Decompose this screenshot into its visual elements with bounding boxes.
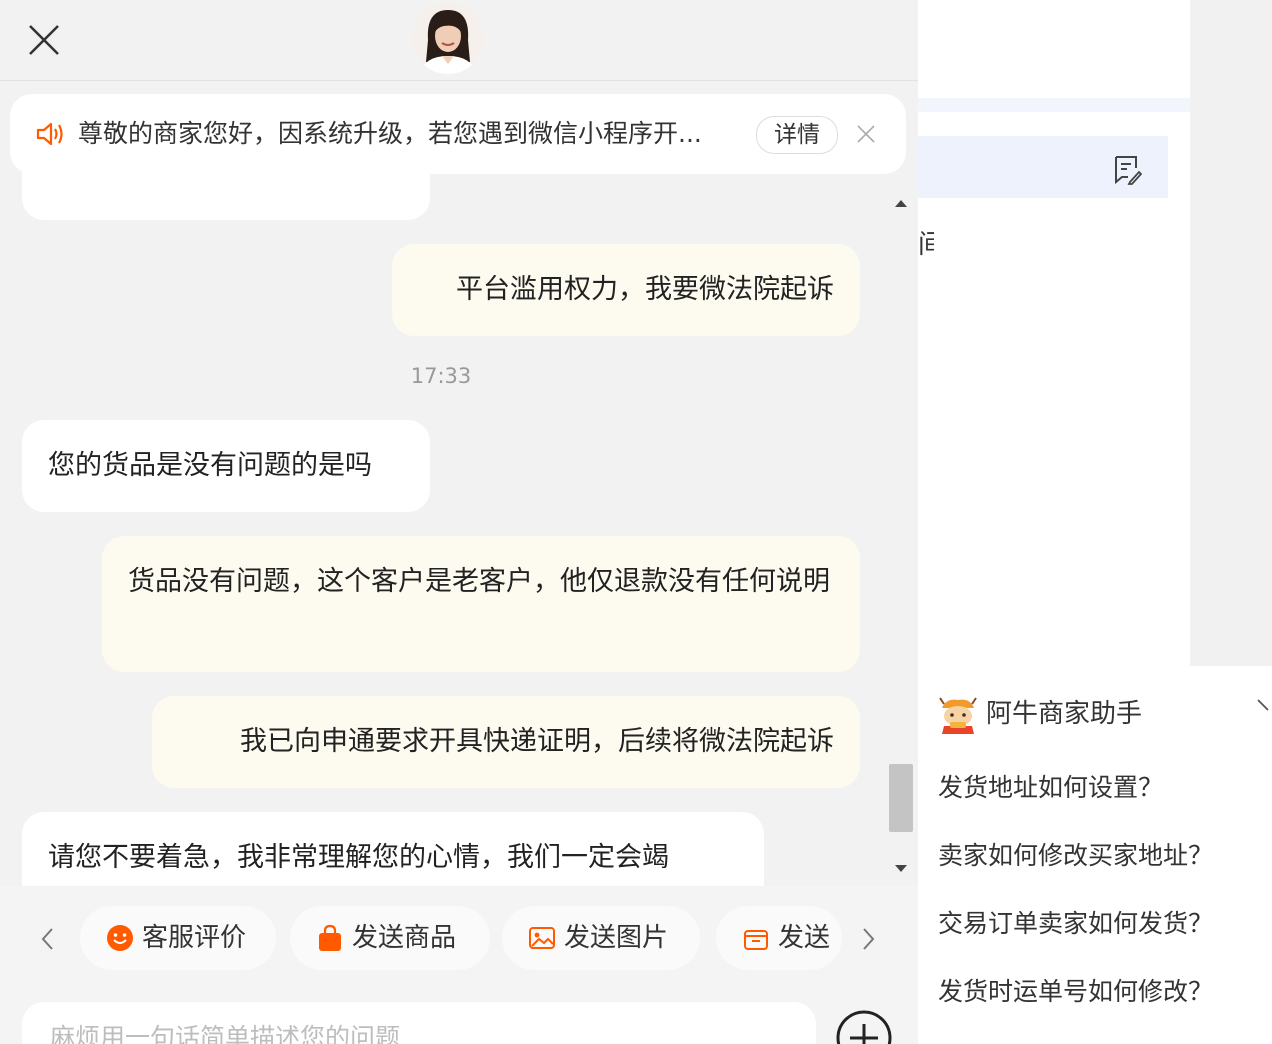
message-timestamp: 17:33 — [410, 364, 472, 388]
message-bubble-user: 货品没有问题，这个客户是老客户，他仅退款没有任何说明 — [102, 536, 860, 672]
notice-text: 尊敬的商家您好，因系统升级，若您遇到微信小程序开... — [78, 119, 702, 148]
edit-note-icon[interactable] — [1112, 154, 1142, 186]
system-notice-bar: 尊敬的商家您好，因系统升级，若您遇到微信小程序开... 详情 — [10, 94, 906, 174]
agent-avatar — [412, 2, 484, 74]
close-icon[interactable] — [26, 22, 62, 58]
image-icon — [529, 927, 555, 949]
assistant-logo-icon — [939, 697, 977, 734]
notice-close-icon[interactable] — [856, 124, 876, 144]
message-text: 您的货品是没有问题的是吗 — [48, 450, 372, 481]
chip-label: 发送商品 — [352, 923, 457, 953]
faq-question-link[interactable]: 发货地址如何设置？ — [938, 768, 1163, 808]
message-bubble-user: 我已向申通要求开具快递证明，后续将微法院起诉 — [152, 696, 860, 788]
faq-question-link[interactable]: 发货时运单号如何修改？ — [938, 972, 1213, 1012]
message-input-box[interactable] — [22, 1002, 816, 1044]
chip-label: 客服评价 — [142, 923, 247, 953]
send-image-button[interactable]: 发送图片 — [502, 906, 700, 970]
speaker-icon — [36, 122, 63, 146]
package-icon — [744, 930, 768, 950]
message-bubble-user: 平台滥用权力，我要微法院起诉 — [392, 244, 860, 336]
smiley-icon — [107, 925, 133, 951]
chat-panel: 尊敬的商家您好，因系统升级，若您遇到微信小程序开... 详情 平台滥用权力，我要… — [0, 0, 918, 1044]
message-text: 货品没有问题，这个客户是老客户，他仅退款没有任何说明 — [128, 566, 830, 597]
faq-question-link[interactable]: 卖家如何修改买家地址？ — [938, 836, 1213, 876]
chip-label: 发送 — [778, 923, 831, 953]
message-text: 平台滥用权力，我要微法院起诉 — [456, 274, 834, 305]
plus-icon[interactable] — [836, 1010, 892, 1044]
scrollbar-thumb[interactable] — [889, 764, 913, 832]
send-order-button[interactable]: 发送 — [716, 906, 842, 970]
chevron-left-icon[interactable] — [38, 926, 58, 952]
right-panel-divider — [918, 98, 1190, 112]
notice-detail-button[interactable]: 详情 — [756, 116, 838, 154]
message-bubble-agent: 您的货品是没有问题的是吗 — [22, 420, 430, 512]
merchant-assistant-panel: 阿牛商家助手 发货地址如何设置？ 卖家如何修改买家地址？ 交易订单卖家如何发货？… — [918, 666, 1272, 1026]
scroll-up-arrow-icon[interactable] — [892, 196, 910, 210]
shopping-bag-icon — [319, 924, 341, 951]
chevron-right-icon[interactable] — [858, 926, 878, 952]
chip-label: 发送图片 — [564, 923, 669, 953]
faq-question-link[interactable]: 交易订单卖家如何发货？ — [938, 904, 1213, 944]
message-text: 请您不要着急，我非常理解您的心情，我们一定会竭 — [48, 842, 669, 873]
truncated-label: 间 — [918, 230, 934, 260]
message-input[interactable] — [48, 1016, 792, 1044]
chevron-down-icon[interactable] — [1256, 696, 1272, 716]
scroll-down-arrow-icon[interactable] — [892, 862, 910, 876]
assistant-title: 阿牛商家助手 — [986, 699, 1143, 729]
message-text: 我已向申通要求开具快递证明，后续将微法院起诉 — [240, 726, 834, 757]
chat-header — [0, 0, 918, 81]
right-sidebar-background — [1190, 0, 1272, 666]
rate-service-button[interactable]: 客服评价 — [80, 906, 276, 970]
send-product-button[interactable]: 发送商品 — [290, 906, 490, 970]
